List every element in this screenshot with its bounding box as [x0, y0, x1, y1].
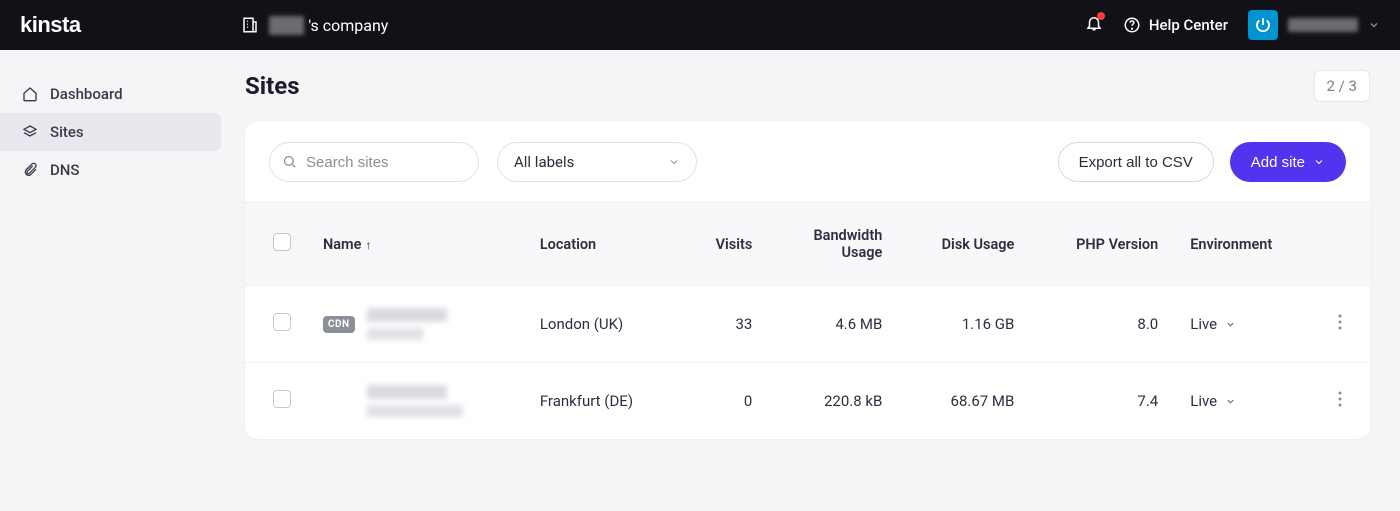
- add-site-label: Add site: [1251, 154, 1305, 171]
- column-location[interactable]: Location: [524, 203, 682, 286]
- main-content: Sites 2 / 3 All labels Export all to CSV: [225, 50, 1400, 439]
- cell-disk: 1.16 GB: [898, 286, 1030, 363]
- chevron-down-icon: [1368, 19, 1380, 31]
- cell-location: London (UK): [524, 286, 682, 363]
- paperclip-icon: [22, 162, 38, 178]
- sidebar-item-label: DNS: [50, 161, 80, 179]
- user-name-masked: [1288, 18, 1358, 32]
- power-icon: [1254, 16, 1272, 34]
- add-site-button[interactable]: Add site: [1230, 142, 1346, 182]
- row-checkbox[interactable]: [273, 313, 291, 331]
- help-icon: [1123, 16, 1141, 34]
- layers-icon: [22, 124, 38, 140]
- labels-select-value: All labels: [514, 153, 574, 171]
- sidebar-item-dns[interactable]: DNS: [0, 151, 221, 189]
- chevron-down-icon: [668, 156, 680, 168]
- row-actions-button[interactable]: [1334, 310, 1346, 338]
- page-title: Sites: [245, 72, 300, 100]
- sidebar-item-sites[interactable]: Sites: [0, 113, 221, 151]
- help-center-label: Help Center: [1149, 16, 1228, 34]
- user-avatar: [1248, 10, 1278, 40]
- building-icon: [241, 16, 259, 34]
- company-name-suffix: 's company: [308, 16, 388, 35]
- site-name-masked[interactable]: [367, 308, 447, 340]
- site-name-masked[interactable]: [367, 385, 463, 417]
- search-input[interactable]: [269, 142, 479, 182]
- cell-php: 7.4: [1030, 363, 1174, 440]
- help-center-link[interactable]: Help Center: [1123, 16, 1228, 34]
- search-icon: [282, 154, 297, 169]
- sort-up-icon: ↑: [365, 238, 371, 252]
- export-csv-button[interactable]: Export all to CSV: [1058, 142, 1214, 182]
- sidebar-item-dashboard[interactable]: Dashboard: [0, 75, 221, 113]
- sites-card: All labels Export all to CSV Add site: [245, 122, 1370, 439]
- column-name[interactable]: Name↑: [307, 203, 524, 286]
- column-php[interactable]: PHP Version: [1030, 203, 1174, 286]
- environment-value: Live: [1190, 315, 1217, 333]
- cell-visits: 33: [682, 286, 769, 363]
- chevron-down-icon: [1313, 156, 1325, 168]
- environment-select[interactable]: Live: [1190, 392, 1302, 410]
- chevron-down-icon: [1225, 319, 1236, 330]
- export-csv-label: Export all to CSV: [1079, 154, 1193, 171]
- cell-location: Frankfurt (DE): [524, 363, 682, 440]
- page-counter: 2 / 3: [1314, 70, 1371, 102]
- home-icon: [22, 86, 38, 102]
- company-selector[interactable]: xxxx 's company: [241, 16, 389, 35]
- environment-value: Live: [1190, 392, 1217, 410]
- kebab-icon: [1338, 391, 1342, 407]
- cell-bandwidth: 220.8 kB: [768, 363, 898, 440]
- cell-php: 8.0: [1030, 286, 1174, 363]
- user-menu[interactable]: [1248, 10, 1380, 40]
- column-environment[interactable]: Environment: [1174, 203, 1318, 286]
- notification-dot: [1097, 12, 1105, 20]
- row-actions-button[interactable]: [1334, 387, 1346, 415]
- brand-logo: KINSTA: [20, 12, 81, 38]
- top-header: KINSTA xxxx 's company Help Center: [0, 0, 1400, 50]
- row-checkbox[interactable]: [273, 390, 291, 408]
- labels-select[interactable]: All labels: [497, 142, 697, 182]
- chevron-down-icon: [1225, 396, 1236, 407]
- notifications-button[interactable]: [1085, 14, 1103, 36]
- cdn-badge: CDN: [323, 316, 355, 333]
- cell-bandwidth: 4.6 MB: [768, 286, 898, 363]
- environment-select[interactable]: Live: [1190, 315, 1302, 333]
- select-all-checkbox[interactable]: [273, 233, 291, 251]
- table-row: Frankfurt (DE) 0 220.8 kB 68.67 MB 7.4 L…: [245, 363, 1370, 440]
- cell-disk: 68.67 MB: [898, 363, 1030, 440]
- sidebar-item-label: Sites: [50, 123, 84, 141]
- sidebar: Dashboard Sites DNS: [0, 50, 225, 439]
- company-name-masked: xxxx: [269, 16, 305, 35]
- kebab-icon: [1338, 314, 1342, 330]
- table-row: CDN London (UK) 33 4.6 MB 1.16 GB 8.0 Li…: [245, 286, 1370, 363]
- cell-visits: 0: [682, 363, 769, 440]
- column-visits[interactable]: Visits: [682, 203, 769, 286]
- search-wrapper: [269, 142, 479, 182]
- sites-table: Name↑ Location Visits Bandwidth Usage Di…: [245, 202, 1370, 439]
- sidebar-item-label: Dashboard: [50, 85, 123, 103]
- column-bandwidth[interactable]: Bandwidth Usage: [768, 203, 898, 286]
- column-disk[interactable]: Disk Usage: [898, 203, 1030, 286]
- company-name: xxxx 's company: [269, 16, 389, 35]
